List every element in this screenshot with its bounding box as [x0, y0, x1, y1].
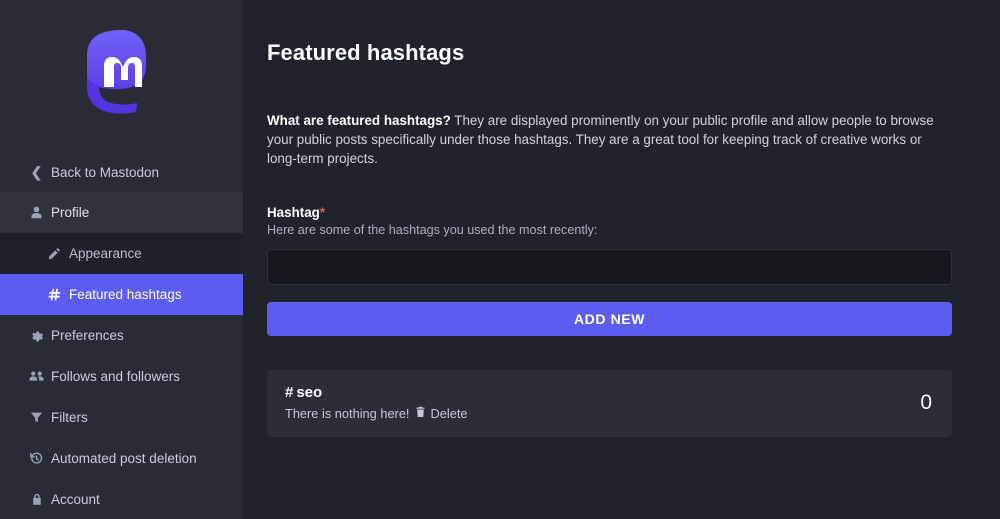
lock-icon [28, 493, 45, 506]
sidebar-item-label: Filters [51, 410, 88, 425]
hashtag-name: seo [296, 384, 322, 401]
hashtag-info: #seo There is nothing here! Delete [285, 384, 468, 421]
hashtag-title: #seo [285, 384, 468, 401]
hashtag-label-text: Hashtag [267, 205, 320, 220]
trash-icon[interactable] [415, 406, 426, 421]
sidebar-item-label: Automated post deletion [51, 451, 197, 466]
sidebar-subnav: Appearance Featured hashtags [0, 233, 243, 315]
hash-icon: # [285, 384, 293, 401]
sidebar-item-filters[interactable]: Filters [0, 397, 243, 438]
person-icon [28, 206, 45, 219]
sidebar-item-follows-and-followers[interactable]: Follows and followers [0, 356, 243, 397]
sidebar-item-label: Profile [51, 205, 89, 220]
hashtag-meta: There is nothing here! Delete [285, 406, 468, 421]
sidebar: ❮ Back to Mastodon Profile Appearance [0, 0, 243, 519]
sidebar-item-automated-post-deletion[interactable]: Automated post deletion [0, 438, 243, 479]
sidebar-item-appearance[interactable]: Appearance [0, 233, 243, 274]
sidebar-nav: ❮ Back to Mastodon Profile Appearance [0, 152, 243, 519]
mastodon-logo [81, 30, 163, 122]
sidebar-item-back-to-mastodon[interactable]: ❮ Back to Mastodon [0, 152, 243, 192]
page-title: Featured hashtags [267, 40, 950, 66]
sidebar-item-account[interactable]: Account [0, 479, 243, 519]
hashtag-status: There is nothing here! [285, 406, 410, 421]
sidebar-item-label: Appearance [69, 246, 142, 261]
hash-icon [46, 288, 63, 301]
sidebar-item-label: Featured hashtags [69, 287, 182, 302]
sidebar-item-profile[interactable]: Profile [0, 192, 243, 233]
sidebar-item-label: Preferences [51, 328, 124, 343]
sidebar-item-featured-hashtags[interactable]: Featured hashtags [0, 274, 243, 315]
pencil-icon [46, 247, 63, 260]
gear-icon [28, 329, 45, 342]
history-icon [28, 452, 45, 465]
hashtag-list-item: #seo There is nothing here! Delete 0 [267, 370, 952, 437]
funnel-icon [28, 411, 45, 424]
delete-link[interactable]: Delete [431, 406, 468, 421]
app-root: ❮ Back to Mastodon Profile Appearance [0, 0, 1000, 519]
people-icon [28, 370, 45, 383]
sidebar-item-label: Follows and followers [51, 369, 180, 384]
required-marker: * [320, 205, 325, 220]
logo-container [0, 0, 243, 152]
hashtag-input[interactable] [267, 249, 952, 285]
sidebar-item-preferences[interactable]: Preferences [0, 315, 243, 356]
add-new-button[interactable]: ADD NEW [267, 302, 952, 336]
hashtag-field-label: Hashtag* [267, 205, 950, 220]
sidebar-item-label: Account [51, 492, 100, 507]
hashtag-field-sublabel: Here are some of the hashtags you used t… [267, 223, 950, 237]
chevron-left-icon: ❮ [28, 165, 45, 179]
description-question: What are featured hashtags? [267, 113, 451, 128]
main-content: Featured hashtags What are featured hash… [243, 0, 1000, 519]
sidebar-item-label: Back to Mastodon [51, 165, 159, 180]
featured-hashtags-description: What are featured hashtags? They are dis… [267, 111, 950, 168]
hashtag-count: 0 [920, 391, 934, 415]
